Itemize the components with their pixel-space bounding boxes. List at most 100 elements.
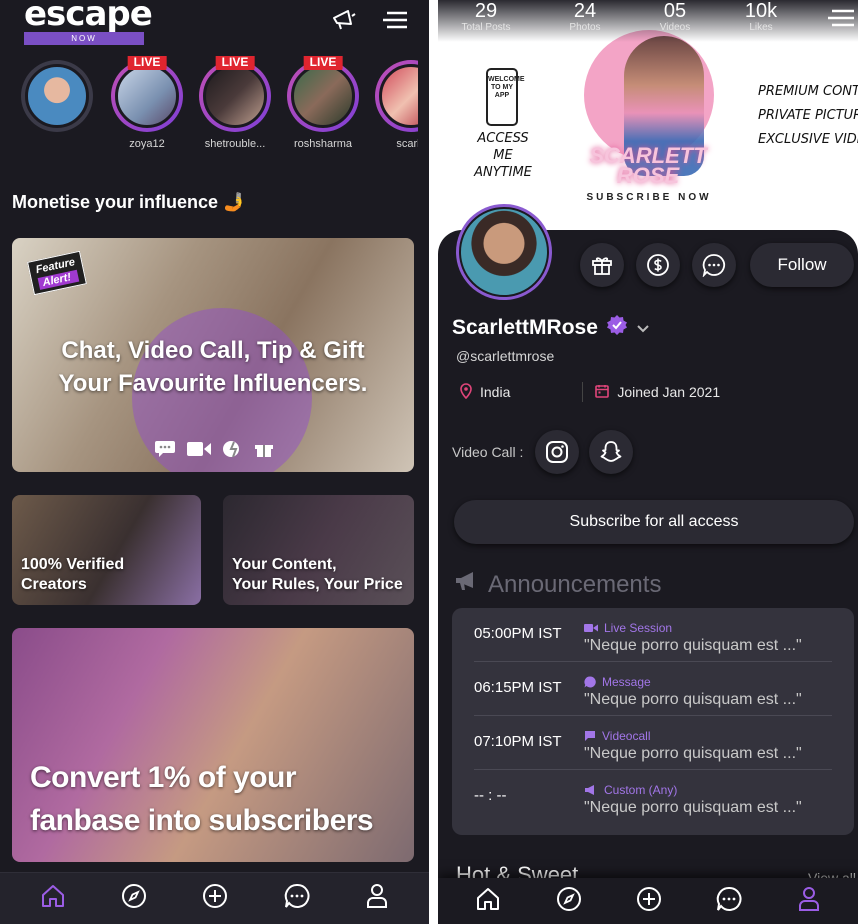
add-icon[interactable] <box>202 883 228 914</box>
home-icon[interactable] <box>40 884 66 913</box>
screen-divider <box>429 0 438 924</box>
profile-icon[interactable] <box>797 886 821 917</box>
menu-icon[interactable] <box>383 10 407 30</box>
convert-caption: Convert 1% of your fanbase into subscrib… <box>30 756 374 842</box>
brand-line2: ROSE <box>616 163 680 188</box>
feature-caption: Chat, Video Call, Tip & Gift Your Favour… <box>12 334 414 400</box>
bottom-nav <box>0 872 429 924</box>
stat-value: 24 <box>573 0 597 22</box>
content-rules-card[interactable]: Your Content, Your Rules, Your Price <box>223 495 414 605</box>
avatar[interactable] <box>456 204 552 300</box>
stat-value: 29 <box>474 0 498 22</box>
subscribe-button[interactable]: Subscribe for all access <box>454 500 854 544</box>
caption-line2: Your Favourite Influencers. <box>58 370 368 397</box>
location-icon <box>460 382 472 402</box>
announcement-time: 07:10PM IST <box>474 733 562 750</box>
chat-button[interactable] <box>692 243 736 287</box>
caption-line1: Your Content, <box>232 556 337 573</box>
stat-label: Videos <box>659 22 691 33</box>
announcement-row[interactable]: -- : -- Custom (Any) "Neque porro quisqu… <box>474 770 832 824</box>
stat-value: 10k <box>744 0 778 22</box>
compass-icon[interactable] <box>556 886 582 917</box>
joined-text: Joined Jan 2021 <box>617 384 721 400</box>
stat-label: Photos <box>569 22 601 33</box>
stat-label: Likes <box>749 22 773 33</box>
verified-caption: 100% Verified Creators <box>21 555 124 595</box>
snapchat-icon <box>600 441 622 462</box>
story-username: zoya12 <box>129 138 165 150</box>
instagram-button[interactable] <box>535 430 580 474</box>
announcement-time: 05:00PM IST <box>474 625 562 642</box>
convert-card[interactable]: Convert 1% of your fanbase into subscrib… <box>12 628 414 862</box>
access-text: ACCESS ME ANYTIME <box>474 131 532 180</box>
megaphone-icon <box>585 785 594 795</box>
video-call-row: Video Call : <box>452 430 634 474</box>
menu-icon[interactable] <box>828 8 854 33</box>
compass-icon[interactable] <box>121 883 147 914</box>
caption-line2: Creators <box>21 576 87 593</box>
stat-videos[interactable]: 05 Videos <box>646 0 704 34</box>
announcement-text: "Neque porro quisquam est ..." <box>584 691 802 708</box>
story-item[interactable]: LIVE shetrouble... <box>196 56 274 150</box>
stat-posts[interactable]: 29 Total Posts <box>456 0 516 34</box>
megaphone-icon <box>454 570 480 599</box>
follow-button[interactable]: Follow <box>750 243 854 287</box>
announcement-type: Custom (Any) <box>604 783 678 797</box>
profile-icon[interactable] <box>365 883 389 914</box>
announcement-row[interactable]: 07:10PM IST Videocall "Neque porro quisq… <box>474 716 832 770</box>
explore-screen: escape NOW LIVE zoya12 LIVE shetrouble..… <box>0 0 429 924</box>
snapchat-button[interactable] <box>589 430 634 474</box>
story-item[interactable]: scarle <box>372 56 418 150</box>
calendar-icon <box>595 384 610 401</box>
announcements-list: 05:00PM IST Live Session "Neque porro qu… <box>452 608 854 835</box>
announcement-text: "Neque porro quisquam est ..." <box>584 745 802 762</box>
gift-icon <box>255 445 273 457</box>
app-logo[interactable]: escape NOW <box>24 0 153 45</box>
message-icon[interactable] <box>716 886 742 917</box>
phone-graphic: WELCOME TO MY APP <box>486 68 525 126</box>
feature-card[interactable]: Feature Alert! Chat, Video Call, Tip & G… <box>12 238 414 472</box>
chevron-down-icon[interactable] <box>636 316 650 340</box>
message-icon[interactable] <box>284 883 310 914</box>
story-item[interactable]: LIVE roshsharma <box>284 56 362 150</box>
gift-button[interactable] <box>580 243 624 287</box>
story-username: roshsharma <box>293 138 353 150</box>
story-username: shetrouble... <box>204 138 266 150</box>
caption-line1: Chat, Video Call, Tip & Gift <box>61 337 365 364</box>
chat-icon <box>155 441 175 457</box>
stat-photos[interactable]: 24 Photos <box>556 0 614 34</box>
premium-item: EXCLUSIVE VIDEOS <box>758 132 858 147</box>
megaphone-icon[interactable] <box>331 8 357 32</box>
profile-panel: Follow ScarlettMRose @scarlettmrose Indi… <box>438 204 858 924</box>
profile-meta: India Joined Jan 2021 <box>460 382 720 402</box>
verified-card[interactable]: 100% Verified Creators <box>12 495 201 605</box>
videocall-icon <box>585 731 595 741</box>
stat-likes[interactable]: 10k Likes <box>732 0 790 34</box>
home-icon[interactable] <box>475 887 501 916</box>
feature-icons <box>154 440 274 458</box>
cover-brand: SCARLETT ROSE <box>578 145 718 188</box>
announcement-type: Message <box>602 675 651 689</box>
location-text: India <box>480 384 511 400</box>
avatar-image <box>459 207 549 297</box>
chat-icon <box>702 254 726 277</box>
message-icon <box>584 676 596 688</box>
tip-button[interactable] <box>636 243 680 287</box>
logo-word: escape <box>24 0 153 34</box>
premium-item: PRIVATE PICTURES <box>758 108 858 123</box>
dollar-icon <box>647 254 669 276</box>
instagram-icon <box>546 441 569 463</box>
announcement-row[interactable]: 06:15PM IST Message "Neque porro quisqua… <box>474 662 832 716</box>
story-own[interactable] <box>18 56 96 132</box>
premium-list: PREMIUM CONTENT PRIVATE PICTURES EXCLUSI… <box>758 80 858 152</box>
story-username: scarle <box>396 138 418 150</box>
announcements-title: Announcements <box>488 570 662 598</box>
announcement-type: Live Session <box>604 621 673 635</box>
stat-label: Total Posts <box>461 22 511 33</box>
profile-name: ScarlettMRose <box>452 316 598 339</box>
announcement-text: "Neque porro quisquam est ..." <box>584 637 802 654</box>
tip-icon <box>223 441 239 458</box>
announcement-row[interactable]: 05:00PM IST Live Session "Neque porro qu… <box>474 608 832 662</box>
story-item[interactable]: LIVE zoya12 <box>108 56 186 150</box>
add-icon[interactable] <box>636 886 662 917</box>
